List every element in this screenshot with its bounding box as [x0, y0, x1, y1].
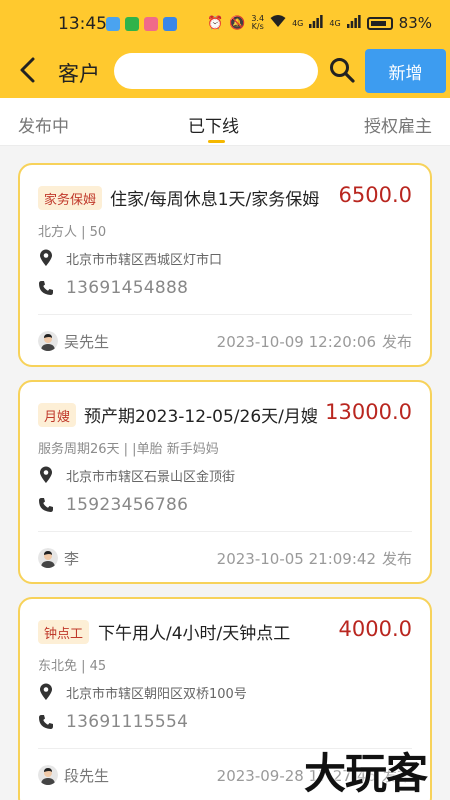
location-pin-icon [40, 249, 52, 266]
service-type-badge: 月嫂 [38, 403, 77, 427]
card-price: 13000.0 [325, 400, 412, 424]
posted-datetime: 2023-10-05 21:09:42 [216, 550, 376, 568]
tab-offline[interactable]: 已下线 [188, 112, 239, 137]
signal-icon [309, 14, 323, 32]
phone-row: 13691115554 [38, 710, 188, 734]
page-title: 客户 [58, 62, 100, 86]
avatar [38, 765, 58, 785]
phone-row: 15923456786 [38, 493, 188, 517]
tab-authorized-employers[interactable]: 授权雇主 [364, 112, 432, 137]
customer-card[interactable]: 家务保姆 住家/每周休息1天/家务保姆 6500.0 北方人 | 50 北京市市… [18, 163, 432, 367]
service-type-badge: 钟点工 [38, 620, 90, 644]
battery-icon [366, 16, 393, 30]
card-title: 下午用人/4小时/天钟点工 [98, 624, 291, 644]
posted-time: 2023-10-05 21:09:42 发布 [217, 548, 412, 569]
signal-label-2: 4G [329, 18, 341, 28]
card-price: 4000.0 [338, 617, 412, 641]
card-price: 6500.0 [338, 183, 412, 207]
address-text: 北京市市辖区西城区灯市口 [66, 252, 223, 268]
signal-label-1: 4G [292, 18, 304, 28]
watermark: 大玩客 [304, 749, 428, 798]
tab-bar: 发布中 已下线 授权雇主 [0, 98, 450, 146]
address-row: 北京市市辖区朝阳区双桥100号 [38, 682, 247, 702]
location-pin-icon [40, 466, 52, 483]
address-row: 北京市市辖区石景山区金顶街 [38, 465, 235, 485]
wifi-icon [270, 14, 286, 32]
tab-published[interactable]: 发布中 [18, 112, 69, 137]
card-divider [38, 314, 412, 315]
card-header: 家务保姆 住家/每周休息1天/家务保姆 6500.0 [38, 183, 412, 213]
network-speed: 3.4 K/s [251, 15, 264, 31]
app-notification-icon [106, 17, 120, 31]
avatar [38, 331, 58, 351]
posted-datetime: 2023-10-09 12:20:06 [216, 333, 376, 351]
avatar [38, 548, 58, 568]
network-speed-unit: K/s [251, 22, 264, 31]
location-pin-icon [40, 683, 52, 700]
address-text: 北京市市辖区石景山区金顶街 [66, 469, 236, 485]
posted-label: 发布 [381, 550, 412, 568]
phone-row: 13691454888 [38, 276, 188, 300]
card-footer: 吴先生 2023-10-09 12:20:06 发布 [38, 329, 412, 353]
tab-active-indicator [208, 140, 225, 143]
card-meta: 服务周期26天 | |单胎 新手妈妈 [38, 442, 219, 457]
contact-name: 吴先生 [64, 333, 110, 351]
phone-number[interactable]: 15923456786 [66, 495, 188, 515]
battery-percent: 83% [398, 14, 432, 32]
phone-icon [39, 281, 53, 295]
address-text: 北京市市辖区朝阳区双桥100号 [66, 686, 247, 702]
phone-icon [39, 715, 53, 729]
posted-label: 发布 [381, 333, 412, 351]
card-title: 预产期2023-12-05/26天/月嫂 [84, 407, 318, 427]
posted-time: 2023-10-09 12:20:06 发布 [217, 331, 412, 352]
search-icon[interactable] [328, 56, 356, 84]
phone-number[interactable]: 13691115554 [66, 712, 188, 732]
status-indicators: ⏰ 🔕 3.4 K/s 4G 4G 83% [207, 14, 432, 32]
notification-icons [106, 17, 177, 31]
card-header: 月嫂 预产期2023-12-05/26天/月嫂 13000.0 [38, 400, 412, 430]
app-notification-icon [163, 17, 177, 31]
contact-name: 李 [64, 550, 80, 568]
card-meta: 北方人 | 50 [38, 225, 107, 240]
service-type-badge: 家务保姆 [38, 186, 103, 210]
signal-icon [346, 14, 361, 32]
card-title: 住家/每周休息1天/家务保姆 [110, 190, 320, 210]
mute-icon: 🔕 [229, 15, 246, 31]
app-notification-icon [144, 17, 158, 31]
alarm-icon: ⏰ [206, 15, 224, 31]
search-input[interactable] [114, 53, 318, 89]
status-bar: 13:45 ⏰ 🔕 3.4 K/s 4G 4G 83% [0, 0, 450, 44]
contact-name: 段先生 [64, 767, 110, 785]
status-time: 13:45 [58, 14, 107, 34]
card-header: 钟点工 下午用人/4小时/天钟点工 4000.0 [38, 617, 412, 647]
app-notification-icon [125, 17, 139, 31]
card-footer: 李 2023-10-05 21:09:42 发布 [38, 546, 412, 570]
customer-card[interactable]: 月嫂 预产期2023-12-05/26天/月嫂 13000.0 服务周期26天 … [18, 380, 432, 584]
back-icon[interactable] [16, 54, 40, 86]
address-row: 北京市市辖区西城区灯市口 [38, 248, 222, 268]
phone-number[interactable]: 13691454888 [66, 278, 188, 298]
phone-icon [39, 498, 53, 512]
app-header: 客户 新增 [0, 44, 450, 98]
add-button[interactable]: 新增 [365, 49, 446, 93]
card-divider [38, 531, 412, 532]
card-meta: 东北免 | 45 [38, 659, 107, 674]
